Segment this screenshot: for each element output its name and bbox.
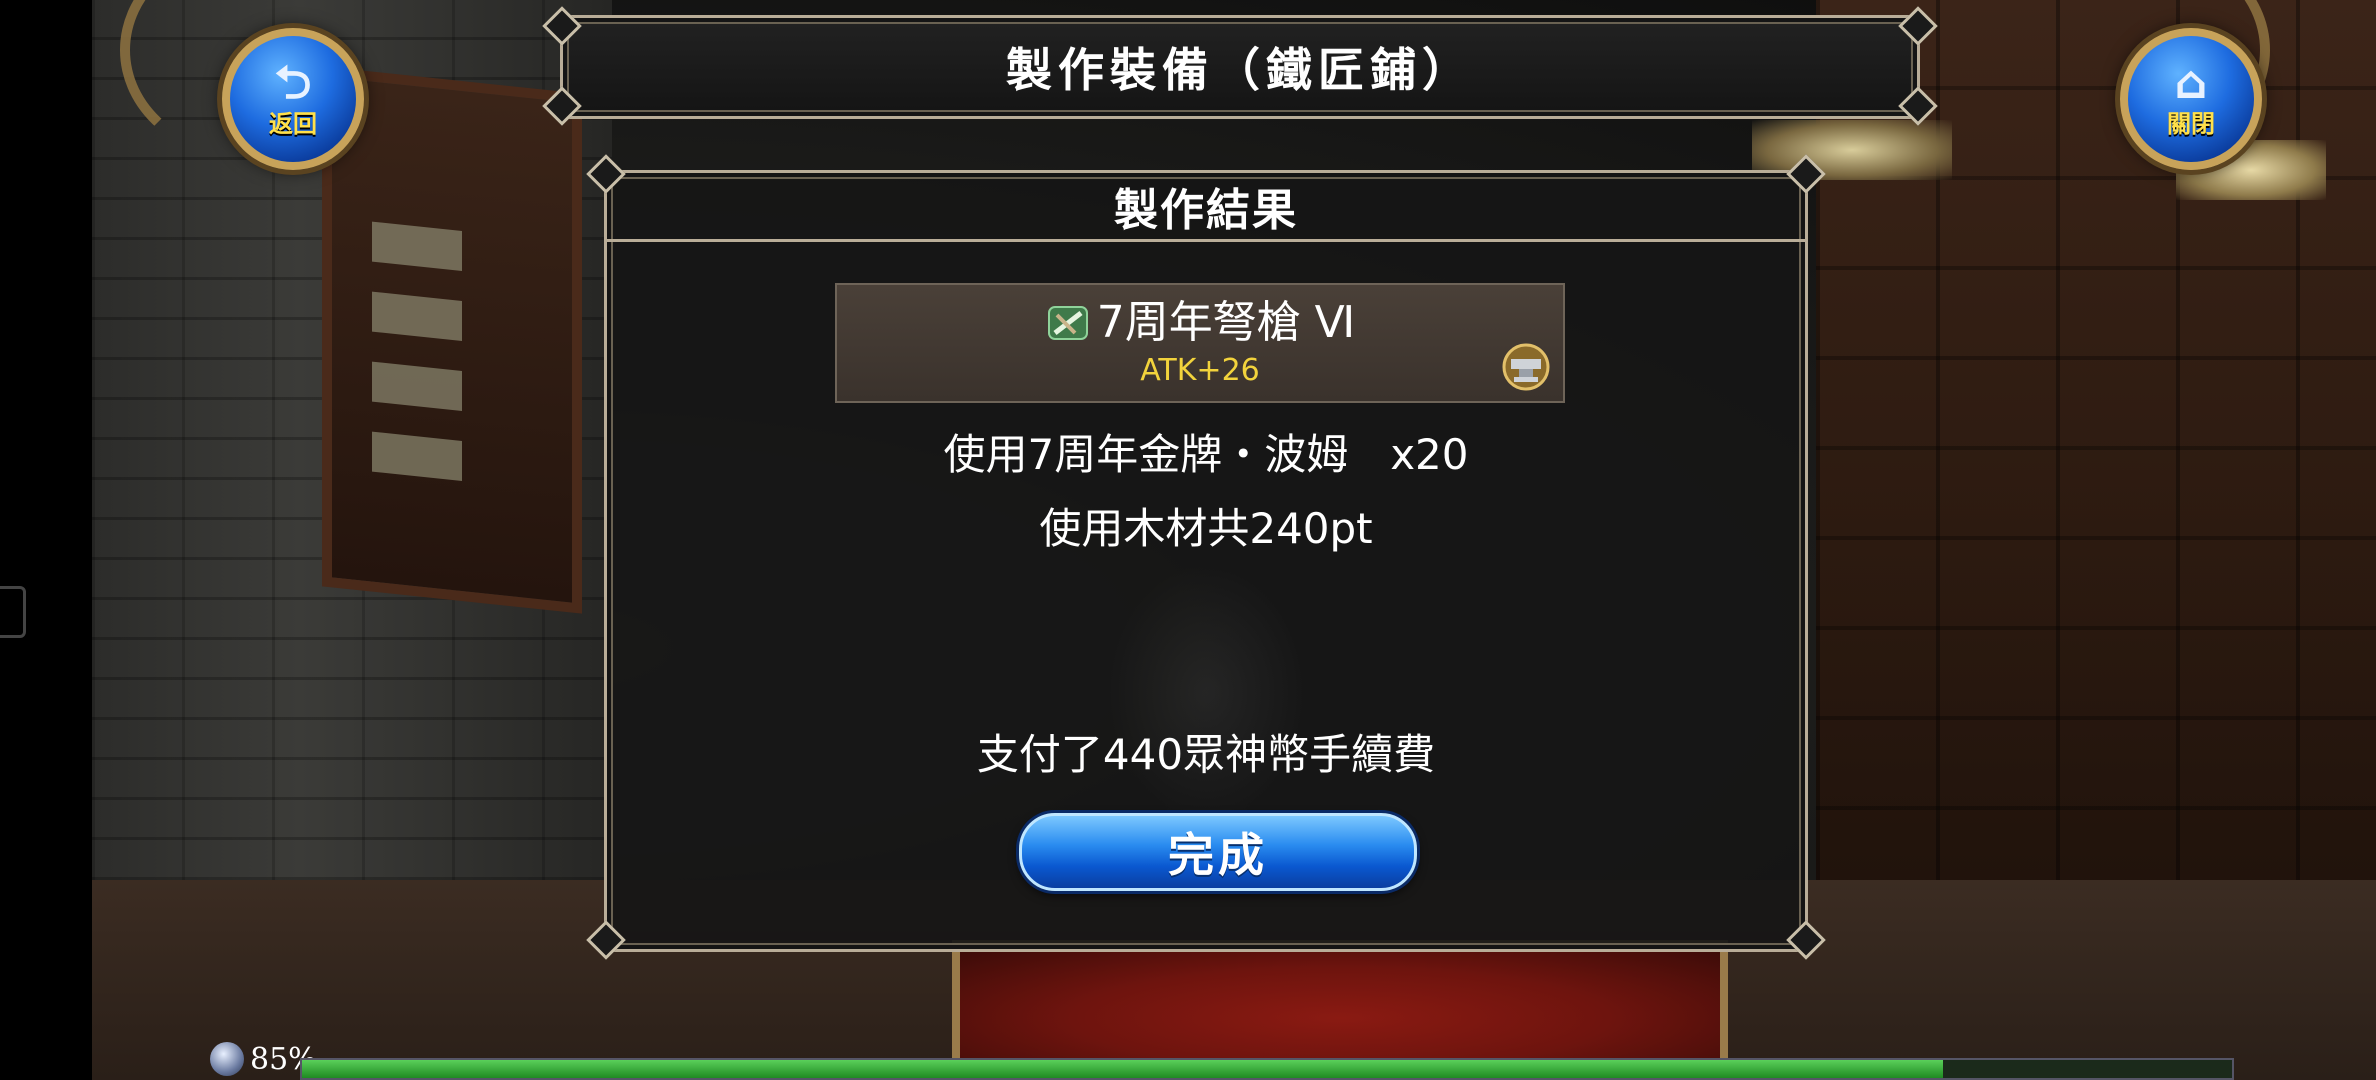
back-label: 返回 xyxy=(269,109,317,138)
flame-watermark xyxy=(1107,563,1307,823)
item-stat: ATK+26 xyxy=(1140,353,1260,388)
progress-fill xyxy=(302,1060,1943,1078)
notice-board xyxy=(322,66,582,614)
title-bar: 製作裝備（鐵匠鋪） xyxy=(560,15,1920,119)
panel-header: 製作結果 xyxy=(607,173,1805,242)
close-label: 關閉 xyxy=(2167,109,2215,138)
panel-title: 製作結果 xyxy=(1114,185,1298,236)
wood-used-text: 使用木材共240pt xyxy=(1039,504,1373,553)
materials-used-text: 使用7周年金牌・波姆 x20 xyxy=(943,430,1469,479)
done-button[interactable]: 完成 xyxy=(1019,813,1417,891)
side-handle xyxy=(0,586,26,638)
home-icon: ⌂ xyxy=(2174,54,2208,109)
close-button[interactable]: ⌂ 關閉 xyxy=(2120,28,2262,170)
orb-icon xyxy=(210,1042,244,1076)
crossbow-icon xyxy=(1047,306,1088,340)
back-arrow-icon: ⮌ xyxy=(274,54,312,109)
anvil-icon xyxy=(1502,343,1550,391)
crafted-item-card: 7周年弩槍 Ⅵ ATK+26 xyxy=(835,283,1565,403)
done-button-label: 完成 xyxy=(1168,828,1268,882)
item-name: 7周年弩槍 Ⅵ xyxy=(1096,297,1356,348)
screen-edge xyxy=(0,0,92,1080)
result-panel: 製作結果 7周年弩槍 Ⅵ ATK+26 使用7周年金牌・波姆 x20 使用木材共… xyxy=(604,170,1808,952)
progress-bar xyxy=(300,1058,2234,1080)
page-title: 製作裝備（鐵匠鋪） xyxy=(1006,43,1474,97)
back-button[interactable]: ⮌ 返回 xyxy=(222,28,364,170)
fee-paid-text: 支付了440眾神幣手續費 xyxy=(976,730,1436,779)
